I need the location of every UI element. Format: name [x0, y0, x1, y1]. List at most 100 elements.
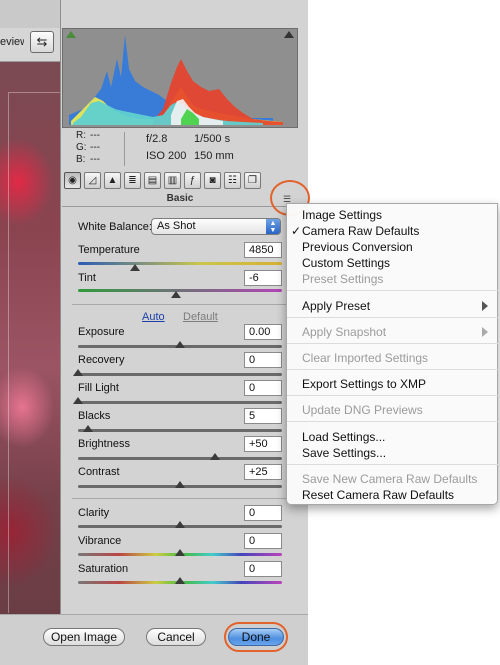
recovery-field[interactable]: 0: [244, 352, 282, 368]
cancel-button[interactable]: Cancel: [146, 628, 206, 646]
menu-item-custom-settings[interactable]: Custom Settings: [302, 256, 390, 270]
white-balance-value: As Shot: [157, 220, 196, 232]
menu-item-export-settings-xmp[interactable]: Export Settings to XMP: [302, 377, 426, 391]
divider: [72, 498, 288, 499]
split-toning-tab-icon[interactable]: ▤: [144, 172, 161, 189]
presets-tab-icon[interactable]: ☷: [224, 172, 241, 189]
basic-tab-icon[interactable]: ◉: [64, 172, 81, 189]
temperature-slider[interactable]: [78, 262, 282, 265]
vibrance-slider-thumb[interactable]: [175, 549, 185, 556]
highlight-clipping-icon[interactable]: [284, 31, 294, 38]
default-link[interactable]: Default: [183, 311, 218, 323]
camera-calibration-tab-icon[interactable]: ◙: [204, 172, 221, 189]
effects-tab-icon[interactable]: ƒ: [184, 172, 201, 189]
tint-field[interactable]: -6: [244, 270, 282, 286]
submenu-arrow-icon: [482, 301, 488, 311]
snapshots-tab-icon[interactable]: ❐: [244, 172, 261, 189]
toggle-view-icon[interactable]: ⇆: [30, 31, 54, 53]
menu-separator: [287, 290, 499, 291]
temperature-label: Temperature: [78, 244, 140, 256]
menu-separator: [287, 317, 499, 318]
panel-title: Basic: [62, 193, 298, 207]
clarity-slider-thumb[interactable]: [175, 521, 185, 528]
auto-link[interactable]: Auto: [142, 311, 165, 323]
menu-separator: [287, 395, 499, 396]
recovery-slider-thumb[interactable]: [73, 369, 83, 376]
blacks-slider[interactable]: [78, 429, 282, 432]
done-highlight-circle: [224, 622, 288, 652]
image-preview[interactable]: [0, 62, 61, 614]
menu-item-preset-settings: Preset Settings: [302, 272, 384, 286]
brightness-slider[interactable]: [78, 457, 282, 460]
menu-item-camera-raw-defaults[interactable]: Camera Raw Defaults: [302, 224, 419, 238]
submenu-arrow-icon: [482, 327, 488, 337]
menu-item-save-settings[interactable]: Save Settings...: [302, 446, 386, 460]
clarity-label: Clarity: [78, 507, 110, 519]
camera-readout: R: --- G: --- B: --- f/2.8 1/500 s ISO 200 …: [62, 128, 298, 168]
menu-item-update-dng-previews: Update DNG Previews: [302, 403, 423, 417]
r-readout: R: ---: [76, 130, 100, 141]
temperature-slider-thumb[interactable]: [130, 264, 141, 271]
white-balance-label: White Balance:: [78, 221, 152, 233]
preview-checkbox-label[interactable]: eview: [0, 36, 24, 48]
recovery-slider[interactable]: [78, 373, 282, 376]
exposure-slider-thumb[interactable]: [175, 341, 185, 348]
temperature-field[interactable]: 4850: [244, 242, 282, 258]
histogram-graph: [69, 35, 283, 125]
contrast-field[interactable]: +25: [244, 464, 282, 480]
menu-item-load-settings[interactable]: Load Settings...: [302, 430, 385, 444]
brightness-field[interactable]: +50: [244, 436, 282, 452]
menu-separator: [287, 369, 499, 370]
contrast-label: Contrast: [78, 466, 120, 478]
menu-item-save-new-defaults: Save New Camera Raw Defaults: [302, 472, 478, 486]
panel-tabs: ◉ ◿ ▲ ≣ ▤ ▥ ƒ ◙ ☷ ❐: [62, 170, 298, 192]
select-arrows-icon: ▲ ▼: [266, 219, 280, 234]
histogram: [62, 28, 298, 128]
saturation-slider-thumb[interactable]: [175, 577, 185, 584]
hsl-tab-icon[interactable]: ≣: [124, 172, 141, 189]
blacks-field[interactable]: 5: [244, 408, 282, 424]
blacks-slider-thumb[interactable]: [83, 425, 94, 432]
tint-slider-thumb[interactable]: [170, 291, 181, 298]
g-readout: G: ---: [76, 142, 100, 153]
saturation-field[interactable]: 0: [244, 561, 282, 577]
focal-length-value: 150 mm: [194, 150, 234, 162]
tint-label: Tint: [78, 272, 96, 284]
divider: [72, 304, 288, 305]
menu-separator: [287, 343, 499, 344]
readout-divider: [124, 132, 125, 166]
brightness-label: Brightness: [78, 438, 130, 450]
detail-tab-icon[interactable]: ▲: [104, 172, 121, 189]
fill-light-slider[interactable]: [78, 401, 282, 404]
menu-item-reset-defaults[interactable]: Reset Camera Raw Defaults: [302, 488, 454, 502]
fill-light-field[interactable]: 0: [244, 380, 282, 396]
vibrance-label: Vibrance: [78, 535, 122, 547]
menu-item-apply-snapshot: Apply Snapshot: [302, 325, 387, 339]
fill-light-slider-thumb[interactable]: [73, 397, 83, 404]
settings-popup-menu: Image Settings ✓ Camera Raw Defaults Pre…: [286, 203, 499, 505]
saturation-label: Saturation: [78, 563, 129, 575]
shutter-value: 1/500 s: [194, 133, 231, 145]
clarity-field[interactable]: 0: [244, 505, 282, 521]
shadow-clipping-icon[interactable]: [66, 31, 76, 38]
checkmark-icon: ✓: [291, 224, 302, 238]
menu-item-clear-imported-settings: Clear Imported Settings: [302, 351, 429, 365]
iso-value: ISO 200: [146, 150, 187, 162]
white-balance-select[interactable]: As Shot ▲ ▼: [151, 218, 281, 235]
vibrance-field[interactable]: 0: [244, 533, 282, 549]
blacks-label: Blacks: [78, 410, 111, 422]
menu-separator: [287, 421, 499, 422]
open-image-button[interactable]: Open Image: [43, 628, 125, 646]
menu-separator: [287, 464, 499, 465]
menu-item-previous-conversion[interactable]: Previous Conversion: [302, 240, 413, 254]
lens-corrections-tab-icon[interactable]: ▥: [164, 172, 181, 189]
aperture-value: f/2.8: [146, 133, 168, 145]
contrast-slider-thumb[interactable]: [175, 481, 185, 488]
exposure-field[interactable]: 0.00: [244, 324, 282, 340]
brightness-slider-thumb[interactable]: [209, 453, 220, 460]
tone-curve-tab-icon[interactable]: ◿: [84, 172, 101, 189]
menu-item-image-settings[interactable]: Image Settings: [302, 208, 382, 222]
menu-item-apply-preset[interactable]: Apply Preset: [302, 299, 370, 313]
b-readout: B: ---: [76, 154, 100, 165]
recovery-label: Recovery: [78, 354, 125, 366]
